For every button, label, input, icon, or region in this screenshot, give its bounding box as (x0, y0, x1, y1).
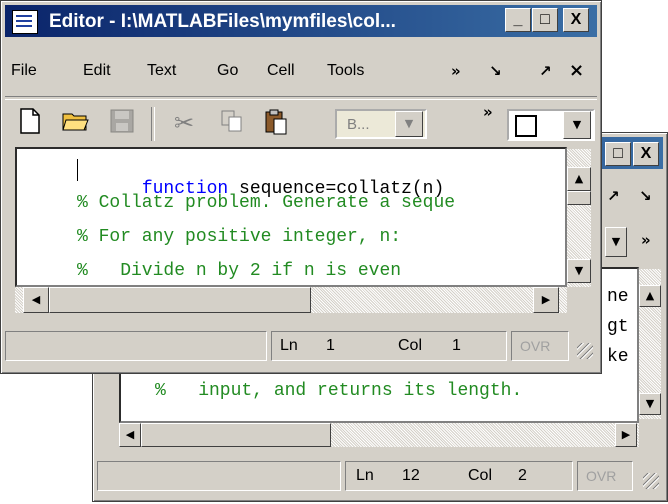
layout-dropdown-button[interactable]: ▼ (563, 111, 591, 139)
back-combo-dropdown[interactable]: ▼ (605, 227, 627, 257)
status-bar: Ln 1 Col 1 OVR (5, 331, 597, 361)
back-undock-icon[interactable]: ↘ (639, 187, 652, 205)
back-status-message (97, 461, 341, 491)
close-button[interactable]: X (563, 8, 589, 32)
back-scroll-left-button[interactable]: ◀ (119, 423, 141, 447)
back-scroll-up-button[interactable]: ▲ (639, 285, 661, 307)
menu-bar: File Edit Text Go Cell Tools » ↘ ↗ × (5, 57, 597, 87)
horizontal-scrollbar[interactable]: ◀ ▶ (15, 287, 567, 313)
open-file-icon[interactable] (61, 108, 91, 138)
window-title: Editor - I:\MATLABFiles\mymfiles\col... (49, 11, 396, 32)
back-scroll-right-button[interactable]: ▶ (615, 423, 637, 447)
back-horizontal-scrollbar[interactable]: ◀ ▶ (119, 423, 639, 447)
back-vertical-scrollbar[interactable]: ▲ ▼ (639, 269, 661, 419)
ovr-indicator: OVR (511, 331, 569, 361)
back-status-position: Ln 12 Col 2 (345, 461, 573, 491)
font-combo-dropdown-button[interactable]: ▼ (395, 111, 423, 137)
ln-value: 1 (326, 337, 335, 354)
layout-combo[interactable]: ▼ (507, 109, 595, 141)
back-status-bar: Ln 12 Col 2 OVR (97, 461, 663, 491)
toolbar-separator (151, 107, 155, 141)
menu-edit[interactable]: Edit (83, 62, 111, 80)
code-line-2: % Collatz problem. Generate a seque (77, 193, 456, 213)
menu-go[interactable]: Go (217, 62, 238, 80)
dock-icon[interactable]: ↘ (489, 62, 502, 80)
back-close-button[interactable]: X (633, 142, 659, 166)
code-line-3: % For any positive integer, n: (77, 227, 402, 247)
back-col-label: Col (468, 467, 493, 484)
back-toolbar-overflow-icon[interactable]: » (641, 231, 651, 249)
back-dock-icon[interactable]: ↗ (607, 187, 620, 205)
new-file-icon[interactable] (15, 108, 45, 138)
col-value: 1 (452, 337, 461, 354)
back-scroll-down-button[interactable]: ▼ (639, 393, 661, 415)
editor-app-icon[interactable] (12, 10, 38, 34)
back-horizontal-scroll-thumb[interactable] (141, 423, 331, 447)
cut-icon[interactable]: ✂ (169, 108, 199, 138)
back-resize-grip[interactable] (643, 473, 659, 489)
copy-icon[interactable] (217, 108, 247, 138)
horizontal-scroll-thumb[interactable] (49, 287, 311, 313)
menu-divider (5, 96, 597, 100)
back-maximize-button[interactable]: □ (605, 142, 631, 166)
status-position: Ln 1 Col 1 (271, 331, 507, 361)
menu-overflow-icon[interactable]: » (451, 62, 461, 80)
undock-icon[interactable]: ↗ (539, 62, 552, 80)
scroll-right-button[interactable]: ▶ (533, 287, 559, 313)
scroll-down-button[interactable]: ▼ (567, 259, 591, 283)
minimize-button[interactable]: _ (505, 8, 531, 32)
toolbar: ✂ B... ▼ » ▼ (5, 101, 597, 145)
menu-cell[interactable]: Cell (267, 62, 295, 80)
font-combo-value: B... (347, 116, 370, 133)
back-code-fragment-1: ne (607, 287, 629, 307)
back-ln-value: 12 (402, 467, 420, 484)
back-code-fragment-2: gt (607, 317, 629, 337)
vertical-scroll-thumb[interactable] (567, 191, 591, 205)
menu-file[interactable]: File (11, 62, 37, 80)
scroll-up-button[interactable]: ▲ (567, 167, 591, 191)
back-code-line: % input, and returns its length. (155, 381, 523, 401)
save-icon[interactable] (107, 108, 137, 138)
scroll-left-button[interactable]: ◀ (23, 287, 49, 313)
code-line-4: % Divide n by 2 if n is even (77, 261, 402, 281)
resize-grip[interactable] (577, 343, 593, 359)
font-combo-box[interactable]: B... ▼ (335, 109, 427, 139)
vertical-scrollbar[interactable]: ▲ ▼ (567, 149, 591, 287)
ln-label: Ln (280, 337, 298, 354)
paste-icon[interactable] (261, 108, 291, 138)
title-bar[interactable]: Editor - I:\MATLABFiles\mymfiles\col... … (5, 5, 597, 37)
back-ovr-indicator: OVR (577, 461, 633, 491)
code-editor[interactable]: function sequence=collatz(n) % Collatz p… (15, 147, 567, 287)
maximize-button[interactable]: □ (532, 8, 558, 32)
front-editor-window[interactable]: Editor - I:\MATLABFiles\mymfiles\col... … (0, 0, 602, 374)
layout-square-icon (515, 115, 537, 137)
toolbar-overflow-icon[interactable]: » (483, 103, 493, 121)
menu-text[interactable]: Text (147, 62, 176, 80)
back-ln-label: Ln (356, 467, 374, 484)
back-code-fragment-3: ke (607, 347, 629, 367)
menu-tools[interactable]: Tools (327, 62, 364, 80)
status-message (5, 331, 267, 361)
back-col-value: 2 (518, 467, 527, 484)
col-label: Col (398, 337, 423, 354)
close-document-icon[interactable]: × (569, 60, 584, 81)
